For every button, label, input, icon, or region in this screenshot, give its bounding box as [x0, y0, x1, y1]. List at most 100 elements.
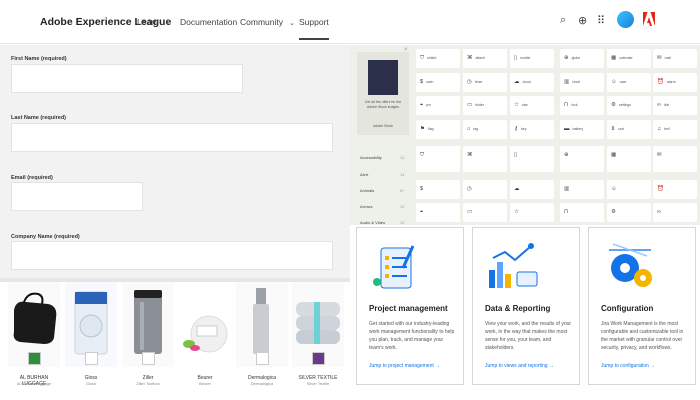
icon-tile[interactable]: ▦ — [607, 146, 651, 172]
side-nav-item[interactable]: Audio & Video — [360, 220, 385, 225]
product-strip: AL BURHAN LUGGAGE Al Burhan Luggage Glos… — [0, 282, 350, 400]
icon-tile[interactable]: $ cash — [416, 73, 460, 92]
feature-link[interactable]: Jump to views and reporting → — [485, 363, 554, 369]
side-nav-count: 12 — [400, 155, 405, 160]
close-icon[interactable]: × — [404, 47, 408, 53]
pin-icon: ⌖ — [420, 102, 424, 108]
product-subtitle: Ziller Toolbox — [136, 381, 160, 386]
icon-tile[interactable]: ⊻ cart — [607, 120, 651, 139]
last-name-field[interactable] — [11, 123, 333, 152]
icon-tile[interactable]: ▬ battery — [560, 120, 604, 139]
side-nav-item[interactable]: Alert — [360, 172, 368, 177]
icon-tile[interactable]: ⏰ — [653, 180, 697, 199]
tile-label: globe — [571, 56, 581, 60]
feature-card-project-management[interactable]: Project management Get started with our … — [356, 227, 464, 385]
tile-label: timer — [474, 80, 483, 84]
icon-tile[interactable]: ▥ — [560, 180, 604, 199]
adobe-logo-icon[interactable] — [643, 12, 655, 26]
icon-tile[interactable]: ⚑ flag — [416, 120, 460, 139]
icon-tile[interactable]: ▥ chart — [560, 73, 604, 92]
icon-tile[interactable]: ⌘ — [463, 146, 507, 172]
icon-tile[interactable]: ∞ link — [653, 96, 697, 115]
product-card[interactable]: SILVER TEXTILE Silver Textile — [292, 282, 344, 400]
brand-logo — [85, 352, 98, 365]
icon-tile[interactable]: ∞ — [653, 203, 697, 222]
icon-tile[interactable]: ▦ calendar — [607, 49, 651, 68]
icon-tile[interactable]: ▯ — [510, 146, 554, 172]
company-name-field[interactable] — [11, 241, 333, 270]
link-icon: ∞ — [657, 102, 661, 108]
tile-label: mail — [664, 56, 672, 60]
feature-body: Get started with our industry-leading wo… — [369, 321, 455, 351]
icon-tile[interactable]: ⌖ — [416, 203, 460, 222]
mail-icon: ✉ — [657, 152, 662, 158]
icon-tile[interactable]: ☺ — [607, 180, 651, 199]
alarm-icon: ⏰ — [657, 186, 664, 192]
flag-icon: ⚑ — [420, 126, 425, 132]
contact-form: First Name (required) Last Name (require… — [0, 45, 350, 278]
icon-tile[interactable]: ✉ mail — [653, 49, 697, 68]
side-nav-item[interactable]: Arrows — [360, 204, 372, 209]
icon-tile[interactable]: ▭ — [463, 203, 507, 222]
side-nav-item[interactable]: Accessibility — [360, 155, 382, 160]
shield-icon: ⛉ — [420, 152, 425, 158]
search-icon[interactable]: ⌕ — [560, 14, 566, 27]
icon-tile[interactable]: ▯ mobile — [510, 49, 554, 68]
icon-tile[interactable]: ☁ — [510, 180, 554, 199]
scale-image — [179, 282, 231, 367]
chevron-down-icon: ⌄ — [288, 20, 295, 27]
email-field[interactable] — [11, 182, 143, 211]
first-name-field[interactable] — [11, 64, 243, 93]
pin-icon: ⌖ — [420, 209, 424, 215]
side-nav-item[interactable]: Animals — [360, 188, 374, 193]
product-card[interactable]: Gloss Gloss — [65, 282, 117, 400]
tile-label: link — [663, 103, 670, 107]
icon-tile[interactable]: ⛉ shield — [416, 49, 460, 68]
apps-grid-icon[interactable]: ⠿ — [597, 14, 605, 27]
icon-tile[interactable]: ⚙ settings — [607, 96, 651, 115]
icon-tile[interactable]: ⚷ key — [510, 120, 554, 139]
icon-tile[interactable]: ⏰ alarm — [653, 73, 697, 92]
globe-icon[interactable]: ⊕ — [578, 14, 587, 27]
nav-community-label: Community — [240, 17, 283, 27]
feature-link[interactable]: Jump to project management → — [369, 363, 440, 369]
icon-tile[interactable]: ⊕ — [560, 146, 604, 172]
user-avatar[interactable] — [617, 11, 634, 28]
feature-card-data-reporting[interactable]: Data & Reporting View your work, and the… — [472, 227, 580, 385]
icon-tile[interactable]: ⊓ — [560, 203, 604, 222]
icon-tile[interactable]: ☆ — [510, 203, 554, 222]
product-card[interactable]: Beurer Beurer — [179, 282, 231, 400]
icon-tile[interactable]: ☺ user — [607, 73, 651, 92]
icon-tile[interactable]: ☁ cloud — [510, 73, 554, 92]
icon-tile[interactable]: ☆ star — [510, 96, 554, 115]
icon-tile[interactable]: ⊓ lock — [560, 96, 604, 115]
icon-tile[interactable]: ⌖ pin — [416, 96, 460, 115]
stock-thumbnail-card[interactable]: Get all the offers for the Adobe Stock i… — [357, 52, 409, 135]
nav-learn[interactable]: Learn ⌄ — [137, 17, 171, 27]
product-card[interactable]: Ziller Ziller Toolbox — [122, 282, 174, 400]
feature-link[interactable]: Jump to configuration → — [601, 363, 655, 369]
feature-title: Configuration — [601, 304, 654, 313]
chevron-down-icon: ⌄ — [164, 20, 171, 27]
icon-tile[interactable]: $ — [416, 180, 460, 199]
icon-tile[interactable]: ♫ bell — [653, 120, 697, 139]
nav-support-label: Support — [299, 17, 329, 27]
icon-tile[interactable]: ◷ — [463, 180, 507, 199]
nav-community[interactable]: Community ⌄ — [240, 17, 295, 27]
product-card[interactable]: Dermalogica Dermalogica — [236, 282, 288, 400]
nav-learn-label: Learn — [137, 17, 159, 27]
nav-documentation[interactable]: Documentation — [180, 17, 237, 27]
icon-tile[interactable]: ▭ folder — [463, 96, 507, 115]
icon-tile[interactable]: ⛉ — [416, 146, 460, 172]
icon-tile[interactable]: ⌂ tag — [463, 120, 507, 139]
icon-tile[interactable]: ⌘ attach — [463, 49, 507, 68]
tile-label: bell — [664, 127, 670, 131]
nav-support[interactable]: Support — [299, 17, 329, 40]
timer-icon: ◷ — [467, 186, 472, 192]
product-card[interactable]: AL BURHAN LUGGAGE Al Burhan Luggage — [8, 282, 60, 400]
icon-tile[interactable]: ⚙ — [607, 203, 651, 222]
icon-tile[interactable]: ⊕ globe — [560, 49, 604, 68]
feature-card-configuration[interactable]: Configuration Jira Work Management is th… — [588, 227, 696, 385]
icon-tile[interactable]: ✉ — [653, 146, 697, 172]
icon-tile[interactable]: ◷ timer — [463, 73, 507, 92]
